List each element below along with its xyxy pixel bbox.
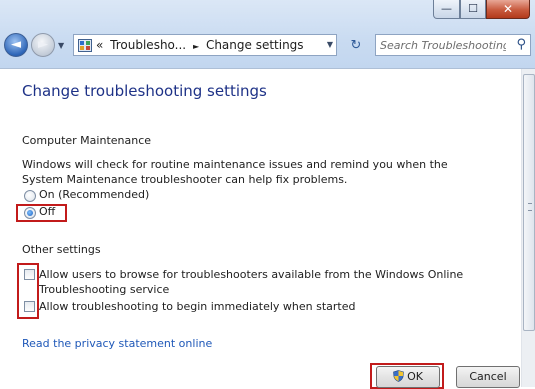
radio-off[interactable]	[24, 207, 36, 219]
close-icon: ✕	[502, 2, 514, 16]
privacy-statement-link[interactable]: Read the privacy statement online	[22, 337, 212, 350]
close-button[interactable]: ✕	[486, 0, 530, 19]
cancel-button[interactable]: Cancel	[456, 366, 520, 388]
breadcrumb-separator-icon[interactable]: ►	[193, 42, 199, 51]
address-bar[interactable]: « Troublesho... ► Change settings ▼	[73, 34, 337, 56]
breadcrumb-item-troubleshooting[interactable]: Troublesho...	[110, 38, 186, 52]
search-input[interactable]	[380, 37, 506, 53]
control-panel-icon	[78, 39, 92, 52]
auto-start-checkbox[interactable]	[24, 301, 35, 312]
radio-off-label[interactable]: Off	[39, 205, 55, 218]
uac-shield-icon	[393, 370, 404, 382]
page-title: Change troubleshooting settings	[22, 82, 267, 100]
maintenance-heading: Computer Maintenance	[22, 134, 152, 147]
maintenance-description: Windows will check for routine maintenan…	[22, 158, 448, 186]
recent-pages-dropdown[interactable]: ▼	[58, 41, 64, 50]
breadcrumb-item-change-settings[interactable]: Change settings	[206, 38, 304, 52]
forward-arrow-icon: ►	[38, 37, 48, 52]
explorer-chrome: — ☐ ✕ ◄ ► ▼ « Troublesho... ► Change set…	[0, 0, 535, 69]
maximize-button[interactable]: ☐	[460, 0, 486, 19]
browse-online-checkbox[interactable]	[24, 269, 35, 280]
back-button[interactable]: ◄	[4, 33, 28, 57]
search-icon[interactable]: ⚲	[516, 37, 526, 52]
refresh-button[interactable]: ↻	[343, 36, 369, 56]
minimize-icon: —	[441, 2, 452, 15]
settings-content: Change troubleshooting settings Computer…	[0, 69, 521, 389]
maximize-icon: ☐	[468, 2, 478, 15]
search-box[interactable]: ⚲	[375, 34, 531, 56]
radio-on-label[interactable]: On (Recommended)	[39, 188, 149, 201]
minimize-button[interactable]: —	[433, 0, 460, 19]
browse-online-label[interactable]: Allow users to browse for troubleshooter…	[39, 267, 479, 297]
address-dropdown-icon[interactable]: ▼	[327, 40, 333, 49]
forward-button[interactable]: ►	[31, 33, 55, 57]
vertical-scrollbar[interactable]	[521, 69, 535, 387]
ok-button[interactable]: OK	[376, 366, 440, 388]
auto-start-label[interactable]: Allow troubleshooting to begin immediate…	[39, 299, 479, 314]
scrollbar-thumb[interactable]	[523, 74, 535, 331]
scrollbar-grip-icon	[528, 203, 532, 211]
back-arrow-icon: ◄	[11, 37, 21, 52]
ok-label: OK	[407, 370, 423, 383]
breadcrumb-overflow[interactable]: «	[96, 38, 103, 52]
other-settings-heading: Other settings	[22, 243, 101, 256]
radio-on-recommended[interactable]	[24, 190, 36, 202]
breadcrumb: « Troublesho... ► Change settings	[96, 38, 307, 52]
